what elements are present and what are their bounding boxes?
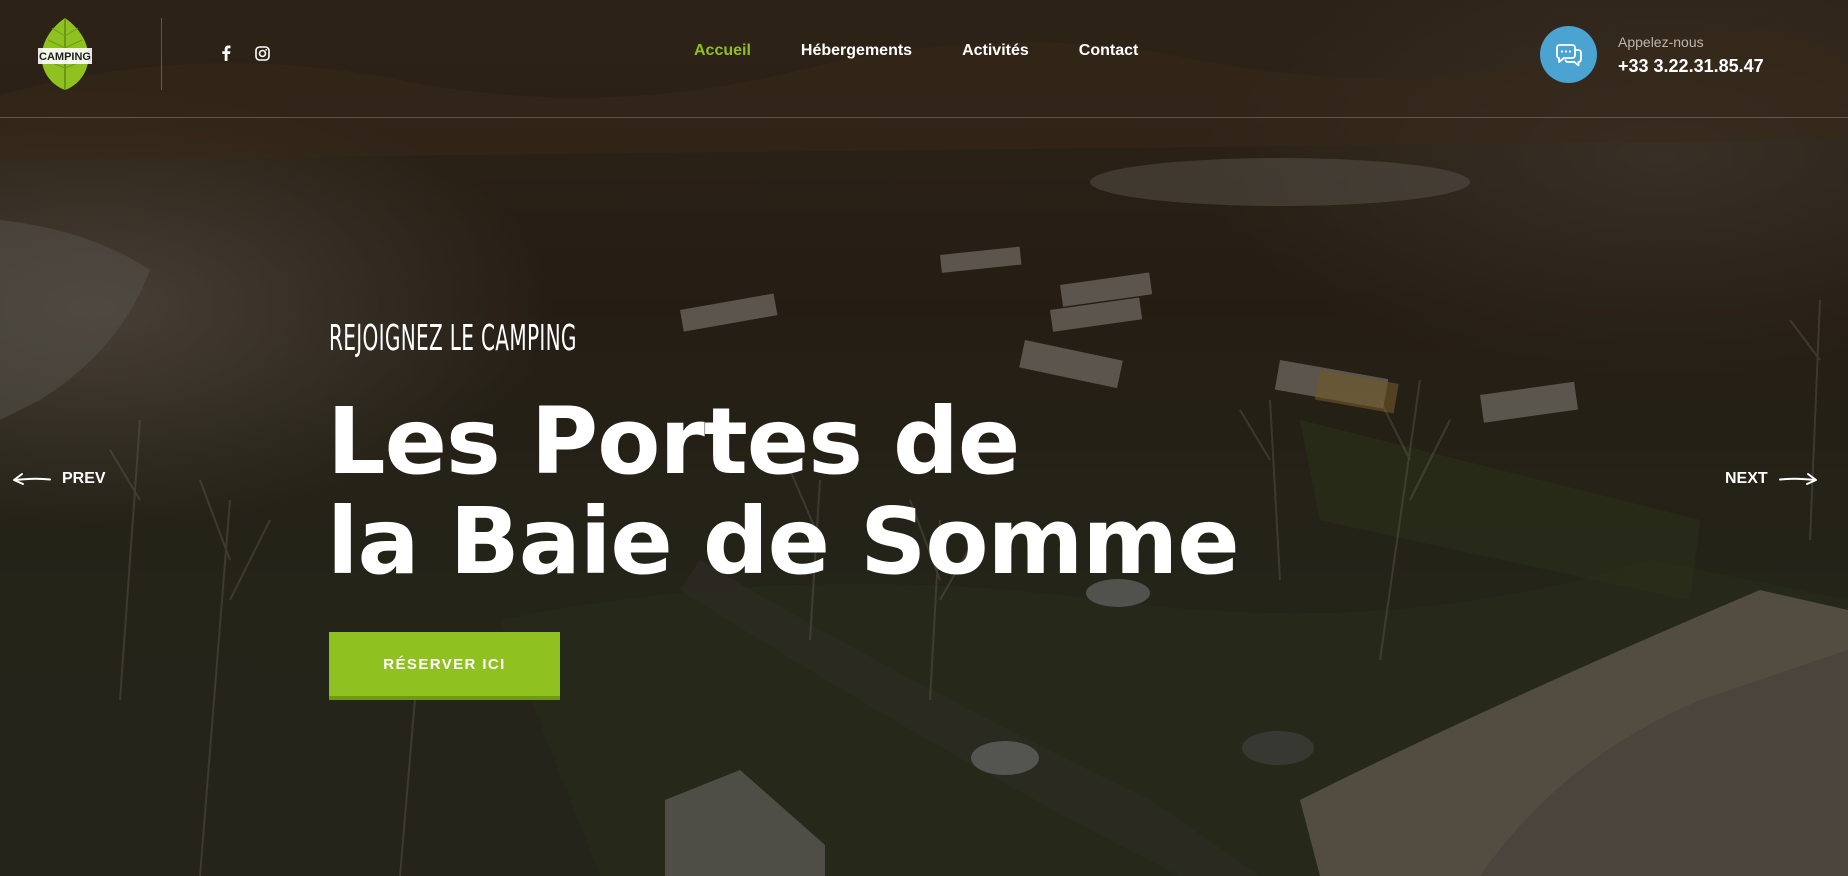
nav-item-contact[interactable]: Contact xyxy=(1079,42,1139,60)
nav-item-hebergements[interactable]: Hébergements xyxy=(801,42,912,60)
slider-next-label: NEXT xyxy=(1725,470,1768,487)
header-divider xyxy=(161,18,162,90)
reserve-button[interactable]: RÉSERVER ICI xyxy=(329,632,560,700)
facebook-link[interactable] xyxy=(217,44,235,62)
slider-prev-button[interactable]: PREV xyxy=(12,470,106,488)
instagram-icon xyxy=(254,45,270,61)
chat-bubbles-icon xyxy=(1555,43,1582,66)
slider-prev-label: PREV xyxy=(62,470,106,487)
hero-eyebrow: REJOIGNEZ LE CAMPING xyxy=(329,318,577,359)
main-nav: Accueil Hébergements Activités Contact xyxy=(694,42,1138,60)
slider-next-button[interactable]: NEXT xyxy=(1725,470,1818,488)
hero-slider: CAMPING Accueil Hébergements Activités C… xyxy=(0,0,1848,876)
hero-title-line-2: la Baie de Somme xyxy=(327,488,1240,595)
call-label: Appelez-nous xyxy=(1618,34,1704,50)
arrow-right-icon xyxy=(1778,473,1817,485)
call-button[interactable] xyxy=(1540,26,1597,83)
hero-title-line-1: Les Portes de xyxy=(327,388,1020,495)
site-header: CAMPING Accueil Hébergements Activités C… xyxy=(0,0,1848,118)
nav-item-accueil[interactable]: Accueil xyxy=(694,42,751,60)
camping-logo[interactable]: CAMPING xyxy=(38,16,92,92)
hero-title: Les Portes de la Baie de Somme xyxy=(327,388,1240,595)
arrow-left-icon xyxy=(13,473,51,485)
facebook-icon xyxy=(222,45,231,61)
phone-number[interactable]: +33 3.22.31.85.47 xyxy=(1618,56,1764,77)
leaf-logo-icon: CAMPING xyxy=(38,18,92,90)
instagram-link[interactable] xyxy=(253,44,271,62)
nav-item-activites[interactable]: Activités xyxy=(962,42,1029,60)
svg-text:CAMPING: CAMPING xyxy=(39,51,91,63)
